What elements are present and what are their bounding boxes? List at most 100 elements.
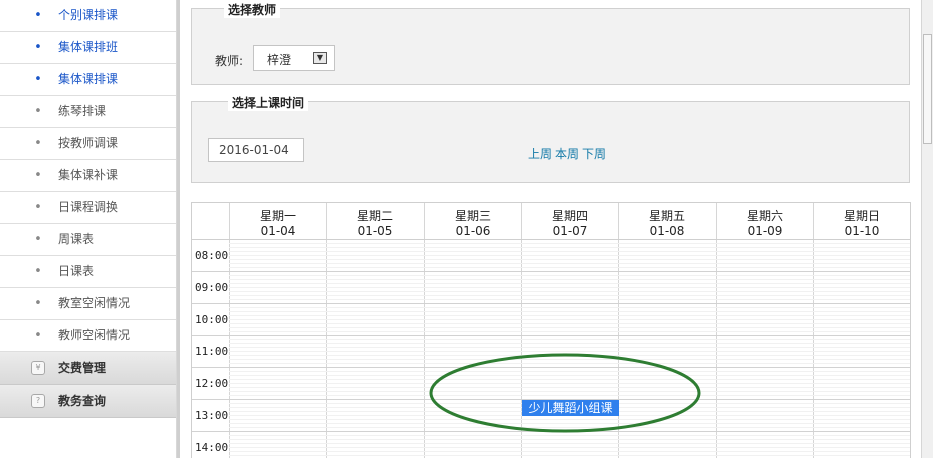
calendar-subline <box>229 295 910 296</box>
sidebar-item[interactable]: • 练琴排课 <box>0 96 176 128</box>
sidebar-item[interactable]: • 教师空闲情况 <box>0 320 176 352</box>
teacher-fieldset: 选择教师 教师: 梓澄 ▼ <box>191 1 910 85</box>
calendar-subline <box>229 279 910 280</box>
day-header: 星期三 01-06 <box>425 209 521 239</box>
calendar-subline <box>229 339 910 340</box>
calendar-subline <box>229 275 910 276</box>
sidebar-item-label: 按教师调课 <box>58 136 119 150</box>
calendar-subline <box>229 251 910 252</box>
sidebar-item[interactable]: • 周课表 <box>0 224 176 256</box>
sidebar-item-label: 教室空闲情况 <box>58 296 131 310</box>
calendar-subline <box>229 247 910 248</box>
teacher-select[interactable]: 梓澄 ▼ <box>253 45 335 71</box>
day-name: 星期六 <box>746 209 783 223</box>
calendar-subline <box>229 387 910 388</box>
sidebar-item-label: 集体课排班 <box>58 40 119 54</box>
day-date: 01-08 <box>649 224 685 238</box>
day-header: 星期六 01-09 <box>717 209 813 239</box>
sidebar-groups: ¥ 交费管理? 教务查询 <box>0 352 176 418</box>
sidebar-divider <box>177 0 180 458</box>
sidebar-item[interactable]: • 按教师调课 <box>0 128 176 160</box>
calendar-event[interactable]: 少儿舞蹈小组课 <box>522 400 619 416</box>
calendar-subline <box>229 447 910 448</box>
day-header: 星期五 01-08 <box>619 209 715 239</box>
this-week-link[interactable]: 本周 <box>555 145 579 162</box>
sidebar-group[interactable]: ? 教务查询 <box>0 385 176 418</box>
calendar-hour-line <box>192 271 910 272</box>
query-icon: ? <box>31 394 45 408</box>
next-week-link[interactable]: 下周 <box>582 145 606 162</box>
sidebar-item[interactable]: • 集体课排课 <box>0 64 176 96</box>
calendar-subline <box>229 323 910 324</box>
day-date: 01-04 <box>260 224 296 238</box>
calendar-hour-line <box>192 431 910 432</box>
day-name: 星期日 <box>843 209 880 223</box>
calendar-subline <box>229 327 910 328</box>
day-name: 星期四 <box>551 209 588 223</box>
week-calendar: 星期一 01-04 星期二 01-05 星期三 01-06 星期四 01-07 星期五 01-08… <box>191 202 911 458</box>
time-label: 14:00 <box>195 441 229 454</box>
bullet-icon: • <box>34 232 42 247</box>
day-name: 星期二 <box>356 209 393 223</box>
scrollbar-thumb[interactable] <box>923 34 932 144</box>
sidebar-group-label: 交费管理 <box>58 361 107 375</box>
sidebar-item-label: 日课表 <box>58 264 95 278</box>
calendar-subline <box>229 255 910 256</box>
calendar-hour-line <box>192 335 910 336</box>
sidebar-item[interactable]: • 教室空闲情况 <box>0 288 176 320</box>
calendar-subline <box>229 423 910 424</box>
day-name: 星期三 <box>454 209 491 223</box>
sidebar-item[interactable]: • 集体课排班 <box>0 32 176 64</box>
sidebar-item[interactable]: • 日课程调换 <box>0 192 176 224</box>
day-name: 星期五 <box>648 209 685 223</box>
time-label: 13:00 <box>195 409 229 422</box>
calendar-subline <box>229 299 910 300</box>
bullet-icon: • <box>34 168 42 183</box>
prev-week-link[interactable]: 上周 <box>528 145 552 162</box>
chevron-down-icon[interactable]: ▼ <box>313 52 327 64</box>
calendar-subline <box>229 243 910 244</box>
sidebar-item-label: 日课程调换 <box>58 200 119 214</box>
calendar-subline <box>229 351 910 352</box>
bullet-icon: • <box>34 328 42 343</box>
calendar-subline <box>229 379 910 380</box>
sidebar-group[interactable]: ¥ 交费管理 <box>0 352 176 385</box>
sidebar-item-label: 练琴排课 <box>58 104 107 118</box>
sidebar-group-label: 教务查询 <box>58 394 107 408</box>
sidebar-item[interactable]: • 集体课补课 <box>0 160 176 192</box>
day-header: 星期日 01-10 <box>814 209 910 239</box>
calendar-subline <box>229 443 910 444</box>
calendar-subline <box>229 263 910 264</box>
calendar-subline <box>229 343 910 344</box>
sidebar-item[interactable]: • 日课表 <box>0 256 176 288</box>
calendar-subline <box>229 371 910 372</box>
calendar-subline <box>229 287 910 288</box>
calendar-subline <box>229 291 910 292</box>
calendar-subline <box>229 451 910 452</box>
calendar-subline <box>229 455 910 456</box>
calendar-subline <box>229 331 910 332</box>
calendar-subline <box>229 419 910 420</box>
date-input[interactable] <box>208 138 304 162</box>
time-label: 12:00 <box>195 377 229 390</box>
day-name: 星期一 <box>259 209 296 223</box>
sidebar-item-label: 周课表 <box>58 232 95 246</box>
bullet-icon: • <box>34 104 42 119</box>
day-header: 星期一 01-04 <box>230 209 326 239</box>
day-header: 星期四 01-07 <box>522 209 618 239</box>
calendar-subline <box>229 307 910 308</box>
calendar-subline <box>229 395 910 396</box>
calendar-subline <box>229 283 910 284</box>
sidebar-item-label: 集体课补课 <box>58 168 119 182</box>
time-label: 08:00 <box>195 249 229 262</box>
day-date: 01-05 <box>357 224 393 238</box>
calendar-subline <box>229 391 910 392</box>
calendar-subline <box>229 435 910 436</box>
calendar-subline <box>229 355 910 356</box>
time-label: 10:00 <box>195 313 229 326</box>
calendar-hour-line <box>192 303 910 304</box>
time-fieldset-legend: 选择上课时间 <box>228 94 309 111</box>
calendar-subline <box>229 315 910 316</box>
calendar-subline <box>229 319 910 320</box>
sidebar-item[interactable]: • 个别课排课 <box>0 0 176 32</box>
